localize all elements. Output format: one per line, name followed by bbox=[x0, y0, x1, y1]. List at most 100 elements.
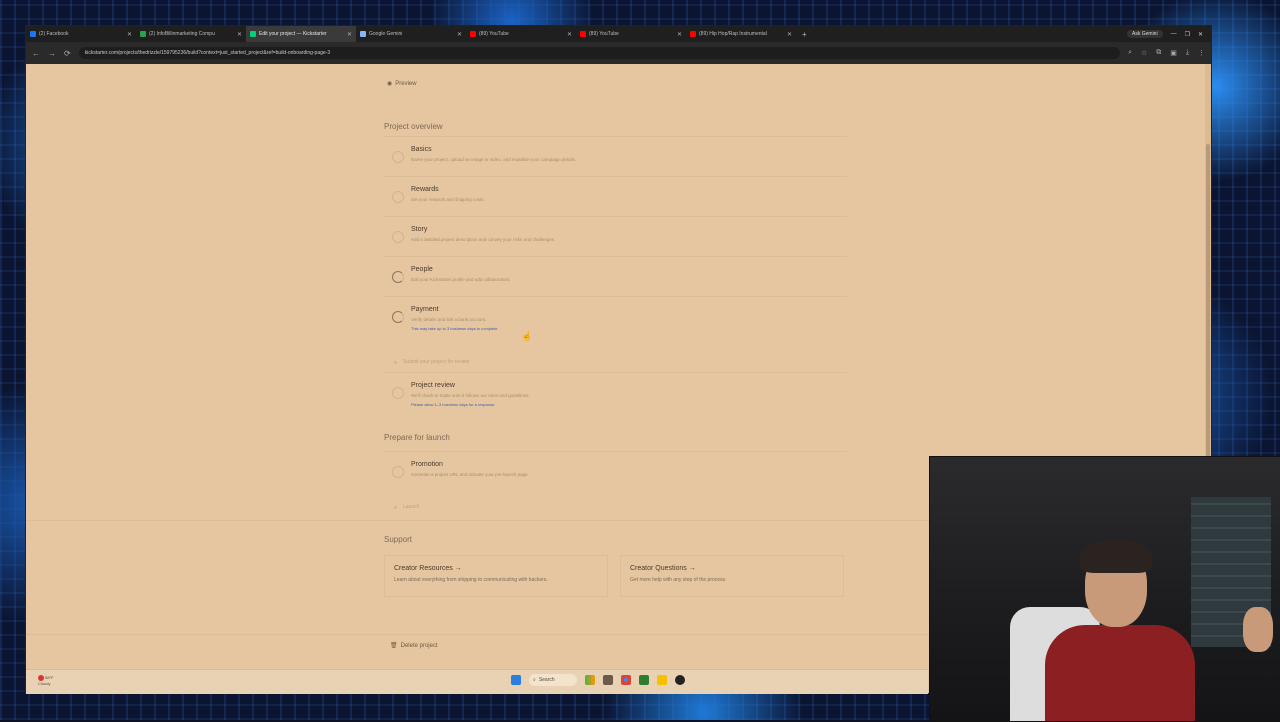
close-tab-icon[interactable]: ✕ bbox=[347, 31, 352, 38]
step-name: Project review bbox=[411, 382, 455, 389]
submit-line-text: Submit your project for review bbox=[403, 359, 470, 365]
window-controls: Ask Gemini — ❐ ✕ bbox=[1127, 30, 1211, 38]
step-status-icon bbox=[392, 191, 404, 203]
prepare-for-launch-heading: Prepare for launch bbox=[384, 433, 450, 442]
close-tab-icon[interactable]: ✕ bbox=[127, 31, 132, 38]
webcam-overlay bbox=[929, 456, 1280, 722]
menu-icon[interactable]: ⋮ bbox=[1198, 49, 1205, 57]
webcam-person-body bbox=[1045, 625, 1195, 721]
step-rewards[interactable]: Rewards Set your rewards and shipping co… bbox=[384, 176, 847, 217]
widgets-icon[interactable] bbox=[585, 675, 595, 685]
step-status-icon bbox=[392, 311, 404, 323]
timeline-dot bbox=[394, 360, 397, 364]
step-people[interactable]: People Edit your Kickstarter profile and… bbox=[384, 256, 847, 297]
step-name: Rewards bbox=[411, 186, 439, 193]
search-label: Search bbox=[538, 677, 555, 683]
url-text: kickstarter.com/projects/thedrizzle/1597… bbox=[84, 50, 331, 56]
support-heading: Support bbox=[384, 535, 413, 544]
scrollbar-thumb[interactable] bbox=[1206, 144, 1210, 474]
step-basics[interactable]: Basics Name your project, upload an imag… bbox=[384, 136, 847, 177]
folder-icon[interactable] bbox=[657, 675, 667, 685]
tab-favicon-icon bbox=[470, 31, 476, 37]
creator-questions-card[interactable]: Creator Questions → Get more help with a… bbox=[620, 555, 844, 597]
step-status-icon bbox=[392, 387, 404, 399]
tab-favicon-icon bbox=[30, 31, 36, 37]
file-explorer-icon[interactable] bbox=[603, 675, 613, 685]
step-name: Promotion bbox=[411, 461, 443, 468]
webcam-person-hand bbox=[1243, 607, 1273, 652]
maximize-icon[interactable]: ❐ bbox=[1185, 31, 1190, 38]
new-tab-icon[interactable]: + bbox=[796, 30, 813, 39]
toolbar-icons: ⌕ ☆ ⧉ ▣ ⤓ ⋮ bbox=[1128, 49, 1205, 57]
step-promotion[interactable]: Promotion Generate a project URL and act… bbox=[384, 451, 847, 492]
step-name: Basics bbox=[411, 146, 432, 153]
tab-favicon-icon bbox=[690, 31, 696, 37]
obs-icon[interactable] bbox=[675, 675, 685, 685]
taskbar-apps: ⌕ Search bbox=[511, 674, 685, 686]
submit-for-review-line: Submit your project for review bbox=[394, 359, 469, 365]
bookmark-star-icon[interactable]: ☆ bbox=[1141, 49, 1147, 57]
project-overview-heading: Project overview bbox=[384, 122, 443, 131]
creator-resources-card[interactable]: Creator Resources → Learn about everythi… bbox=[384, 555, 608, 597]
browser-tab[interactable]: (89) YouTube ✕ bbox=[576, 26, 686, 42]
taskbar-search[interactable]: ⌕ Search bbox=[529, 674, 577, 686]
chrome-icon[interactable] bbox=[621, 675, 631, 685]
search-icon: ⌕ bbox=[533, 677, 536, 683]
minimize-icon[interactable]: — bbox=[1171, 31, 1177, 37]
step-description: Name your project, upload an image or vi… bbox=[411, 157, 577, 162]
browser-tab[interactable]: (89) YouTube ✕ bbox=[466, 26, 576, 42]
close-tab-icon[interactable]: ✕ bbox=[457, 31, 462, 38]
back-icon[interactable]: ← bbox=[32, 49, 40, 58]
tab-title: (2) InfoBillinmarketing Compu bbox=[149, 31, 215, 37]
step-note: This may take up to 3 business days to c… bbox=[411, 326, 498, 331]
browser-tab[interactable]: Google Gemini ✕ bbox=[356, 26, 466, 42]
sidebar-icon[interactable]: ▣ bbox=[1170, 49, 1177, 57]
trash-icon: 🗑 bbox=[390, 643, 398, 649]
step-status-icon bbox=[392, 466, 404, 478]
step-description: Add a detailed project description and c… bbox=[411, 237, 556, 242]
tab-title: (89) Hip Hop/Rap Instrumental bbox=[699, 31, 767, 37]
launch-line: Launch bbox=[394, 504, 419, 510]
close-tab-icon[interactable]: ✕ bbox=[567, 31, 572, 38]
step-description: Set your rewards and shipping costs. bbox=[411, 197, 485, 202]
preview-link[interactable]: ◉ Preview bbox=[387, 80, 417, 88]
close-window-icon[interactable]: ✕ bbox=[1198, 31, 1203, 38]
step-description: We'll check to make sure it follows our … bbox=[411, 393, 530, 398]
step-description: Generate a project URL and activate your… bbox=[411, 472, 529, 477]
browser-tab[interactable]: (2) InfoBillinmarketing Compu ✕ bbox=[136, 26, 246, 42]
tab-title: (2) Facebook bbox=[39, 31, 69, 37]
download-icon[interactable]: ⤓ bbox=[1186, 49, 1189, 57]
forward-icon[interactable]: → bbox=[48, 49, 56, 58]
step-project-review[interactable]: Project review We'll check to make sure … bbox=[384, 372, 847, 417]
extensions-icon[interactable]: ⧉ bbox=[1156, 49, 1161, 57]
os-taskbar: 58°F Cloudy ⌕ Search bbox=[26, 669, 928, 694]
browser-tab[interactable]: (89) Hip Hop/Rap Instrumental ✕ bbox=[686, 26, 796, 42]
tab-title: (89) YouTube bbox=[589, 31, 619, 37]
step-name: Story bbox=[411, 226, 428, 233]
step-payment[interactable]: Payment Verify details and link a bank a… bbox=[384, 296, 847, 345]
delete-project-button[interactable]: 🗑 Delete project bbox=[390, 642, 438, 650]
weather-temp: 58°F bbox=[45, 675, 54, 681]
zoom-icon[interactable]: ⌕ bbox=[1128, 49, 1132, 57]
weather-widget[interactable]: 58°F Cloudy bbox=[38, 675, 54, 687]
step-story[interactable]: Story Add a detailed project description… bbox=[384, 216, 847, 257]
address-bar[interactable]: kickstarter.com/projects/thedrizzle/1597… bbox=[78, 47, 1121, 59]
delete-label: Delete project bbox=[400, 642, 438, 649]
step-status-icon bbox=[392, 231, 404, 243]
ask-gemini-button[interactable]: Ask Gemini bbox=[1127, 30, 1163, 38]
browser-toolbar: ← → ⟳ kickstarter.com/projects/thedrizzl… bbox=[26, 42, 1211, 64]
tab-title: (89) YouTube bbox=[479, 31, 509, 37]
browser-tab-active[interactable]: Edit your project — Kickstarter ✕ bbox=[246, 26, 356, 42]
close-tab-icon[interactable]: ✕ bbox=[787, 31, 792, 38]
app-icon[interactable] bbox=[639, 675, 649, 685]
close-tab-icon[interactable]: ✕ bbox=[677, 31, 682, 38]
tab-title: Google Gemini bbox=[369, 31, 403, 37]
tab-favicon-icon bbox=[250, 31, 256, 37]
browser-tab[interactable]: (2) Facebook ✕ bbox=[26, 26, 136, 42]
start-icon[interactable] bbox=[511, 675, 521, 685]
close-tab-icon[interactable]: ✕ bbox=[237, 31, 242, 38]
tab-strip: (2) Facebook ✕ (2) InfoBillinmarketing C… bbox=[26, 26, 1211, 42]
reload-icon[interactable]: ⟳ bbox=[64, 49, 71, 58]
step-status-icon bbox=[392, 151, 404, 163]
timeline-dot bbox=[394, 505, 397, 509]
